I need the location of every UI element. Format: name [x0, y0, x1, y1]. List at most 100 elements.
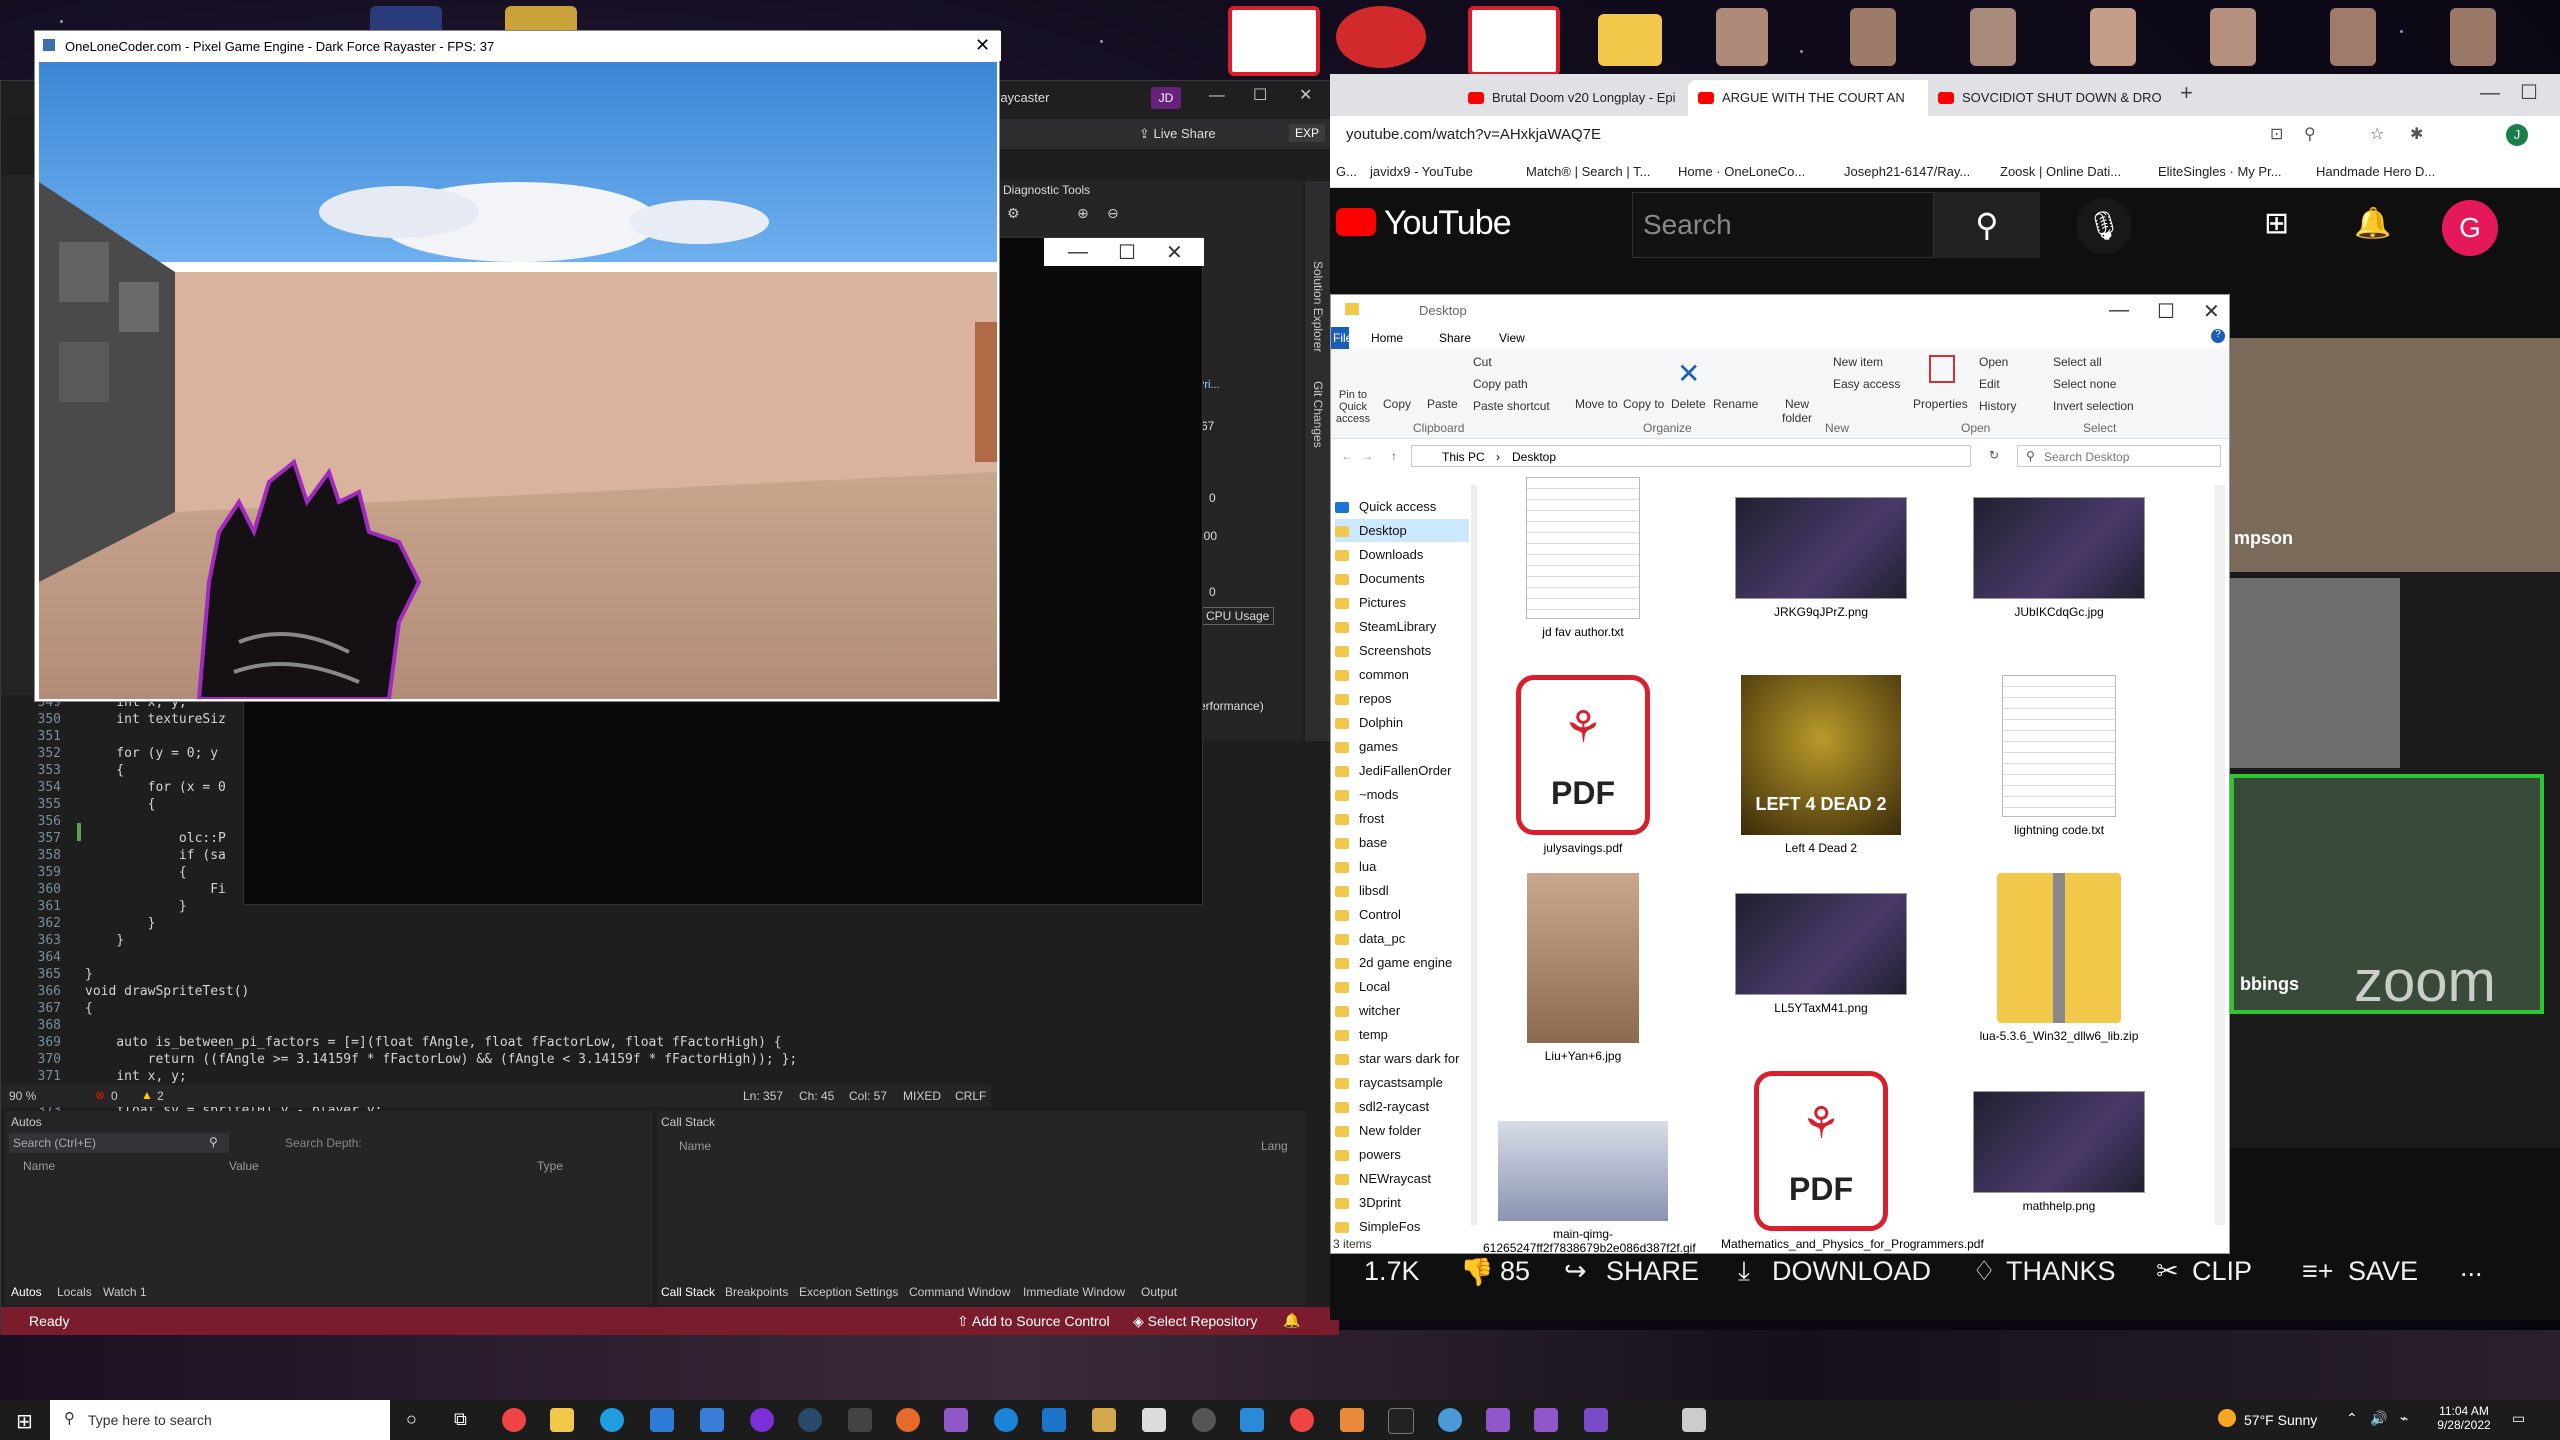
- zoom-icon[interactable]: ⚲: [2304, 124, 2316, 144]
- code-line[interactable]: 360 Fi: [1, 882, 226, 899]
- paste-shortcut-button[interactable]: Paste shortcut: [1473, 399, 1550, 413]
- breadcrumb[interactable]: This PC › Desktop: [1411, 445, 1971, 467]
- help-icon[interactable]: ?: [2211, 329, 2225, 343]
- copy-button[interactable]: Copy: [1383, 397, 1411, 411]
- close-button[interactable]: ✕: [1299, 85, 1312, 105]
- zoom-in-icon[interactable]: ⊕: [1077, 205, 1089, 222]
- terminal-icon[interactable]: [1388, 1408, 1414, 1434]
- browser-tab[interactable]: Brutal Doom v20 Longplay - Epi: [1458, 80, 1712, 116]
- nav-item[interactable]: Screenshots: [1335, 639, 1469, 662]
- game-window[interactable]: OneLoneCoder.com - Pixel Game Engine - D…: [34, 30, 1001, 702]
- weather[interactable]: 57°F Sunny: [2244, 1412, 2317, 1428]
- nav-item[interactable]: lua: [1335, 855, 1469, 878]
- warning-count[interactable]: 2: [157, 1089, 164, 1103]
- autos-search-input[interactable]: Search (Ctrl+E) ⚲: [9, 1133, 229, 1153]
- nav-item[interactable]: base: [1335, 831, 1469, 854]
- file-item[interactable]: JRKG9qJPrZ.png: [1721, 477, 1921, 619]
- share-button[interactable]: SHARE: [1606, 1256, 1699, 1287]
- image-shortcut-icon[interactable]: [2330, 8, 2376, 66]
- bookmark[interactable]: Home · OneLoneCo...: [1678, 164, 1805, 179]
- solution-explorer-tab[interactable]: Solution Explorer: [1311, 261, 1325, 352]
- maximize-button[interactable]: ☐: [1118, 240, 1136, 265]
- app-icon[interactable]: [1340, 1408, 1364, 1432]
- store-icon[interactable]: [700, 1408, 724, 1432]
- code-line[interactable]: 351: [1, 729, 85, 746]
- forward-icon[interactable]: →: [1361, 449, 1373, 463]
- ribbon-tab-file[interactable]: File: [1331, 327, 1349, 349]
- cortana-icon[interactable]: ○: [406, 1409, 417, 1430]
- code-line[interactable]: 358 if (sa: [1, 848, 226, 865]
- code-line[interactable]: 365}: [1, 967, 93, 984]
- ribbon-tab-share[interactable]: Share: [1439, 331, 1471, 345]
- file-item[interactable]: JUbIKCdqGc.jpg: [1959, 477, 2159, 619]
- nav-item[interactable]: Control: [1335, 903, 1469, 926]
- steam-icon[interactable]: [798, 1408, 822, 1432]
- ribbon-tab-view[interactable]: View: [1499, 331, 1525, 345]
- save-button[interactable]: SAVE: [2348, 1256, 2418, 1287]
- file-item[interactable]: Liu+Yan+6.jpg: [1483, 873, 1683, 1063]
- history-button[interactable]: History: [1979, 399, 2016, 413]
- minimize-button[interactable]: —: [1068, 241, 1088, 264]
- add-to-source-control-button[interactable]: ⇧ Add to Source Control: [957, 1313, 1110, 1330]
- visual-studio-icon[interactable]: [1486, 1408, 1510, 1432]
- code-line[interactable]: 371 int x, y;: [1, 1069, 187, 1086]
- task-view-icon[interactable]: ⧉: [454, 1409, 467, 1430]
- app-icon[interactable]: [1438, 1408, 1462, 1432]
- refresh-icon[interactable]: ↻: [1989, 448, 1999, 462]
- new-item-button[interactable]: New item: [1833, 355, 1883, 369]
- breadcrumb-item[interactable]: This PC: [1442, 450, 1485, 464]
- code-line[interactable]: 363 }: [1, 933, 125, 950]
- file-item[interactable]: LL5YTaxM41.png: [1721, 873, 1921, 1015]
- cut-button[interactable]: Cut: [1473, 355, 1492, 369]
- image-shortcut-icon[interactable]: [2090, 8, 2136, 66]
- nav-item[interactable]: NEWraycast: [1335, 1167, 1469, 1190]
- edge-icon[interactable]: [600, 1408, 624, 1432]
- tab-locals[interactable]: Locals: [57, 1285, 92, 1299]
- code-line[interactable]: 367 {: [1, 1001, 93, 1018]
- invert-selection-button[interactable]: Invert selection: [2053, 399, 2134, 413]
- code-line[interactable]: 355 {: [1, 797, 156, 814]
- code-line[interactable]: 370 return ((fAngle >= 3.14159f * fFacto…: [1, 1052, 798, 1069]
- tab-command-window[interactable]: Command Window: [909, 1285, 1010, 1299]
- minimize-button[interactable]: —: [2480, 82, 2500, 105]
- nav-item[interactable]: games: [1335, 735, 1469, 758]
- app-icon[interactable]: [848, 1408, 872, 1432]
- file-item[interactable]: lightning code.txt: [1959, 675, 2159, 837]
- nav-item[interactable]: star wars dark for: [1335, 1047, 1469, 1070]
- user-avatar[interactable]: JD: [1151, 87, 1181, 109]
- settings-gear-icon[interactable]: ⚙: [1007, 205, 1020, 222]
- error-count[interactable]: 0: [111, 1089, 118, 1103]
- new-folder-button[interactable]: New folder: [1777, 397, 1817, 425]
- nav-item[interactable]: Dolphin: [1335, 711, 1469, 734]
- notifications-icon[interactable]: 🔔: [1283, 1312, 1300, 1329]
- code-line[interactable]: 359 {: [1, 865, 187, 882]
- open-button[interactable]: Open: [1979, 355, 2008, 369]
- tab-immediate-window[interactable]: Immediate Window: [1023, 1285, 1125, 1299]
- url-field[interactable]: youtube.com/watch?v=AHxkjaWAQ7E: [1346, 126, 1601, 143]
- nav-item[interactable]: Downloads: [1335, 543, 1469, 566]
- code-line[interactable]: 350 int textureSiz: [1, 712, 226, 729]
- delete-button[interactable]: Delete: [1671, 397, 1706, 411]
- git-changes-tab[interactable]: Git Changes: [1311, 381, 1325, 448]
- nav-item[interactable]: SteamLibrary: [1335, 615, 1469, 638]
- dislike-count[interactable]: 85: [1500, 1256, 1530, 1287]
- nav-item[interactable]: powers: [1335, 1143, 1469, 1166]
- install-icon[interactable]: ⊡: [2270, 124, 2283, 144]
- zoom-level[interactable]: 90 %: [9, 1089, 36, 1103]
- close-button[interactable]: ✕: [2203, 299, 2220, 324]
- nav-item[interactable]: Local: [1335, 975, 1469, 998]
- nav-item[interactable]: Quick access: [1335, 495, 1469, 518]
- nav-item[interactable]: Documents: [1335, 567, 1469, 590]
- code-line[interactable]: 356: [1, 814, 85, 831]
- nav-item[interactable]: Desktop: [1335, 519, 1469, 542]
- file-item[interactable]: main-qimg-61265247ff2f7838679b2e086d387f…: [1483, 1071, 1696, 1255]
- account-avatar[interactable]: G: [2442, 200, 2498, 256]
- copy-to-button[interactable]: Copy to: [1623, 397, 1664, 411]
- app-shortcut-icon[interactable]: [1336, 6, 1426, 68]
- nav-item[interactable]: sdl2-raycast: [1335, 1095, 1469, 1118]
- paste-button[interactable]: Paste: [1427, 397, 1458, 411]
- image-shortcut-icon[interactable]: [1716, 8, 1768, 66]
- nav-item[interactable]: temp: [1335, 1023, 1469, 1046]
- content-scrollbar[interactable]: [2215, 485, 2225, 1225]
- like-count[interactable]: 1.7K: [1364, 1256, 1420, 1287]
